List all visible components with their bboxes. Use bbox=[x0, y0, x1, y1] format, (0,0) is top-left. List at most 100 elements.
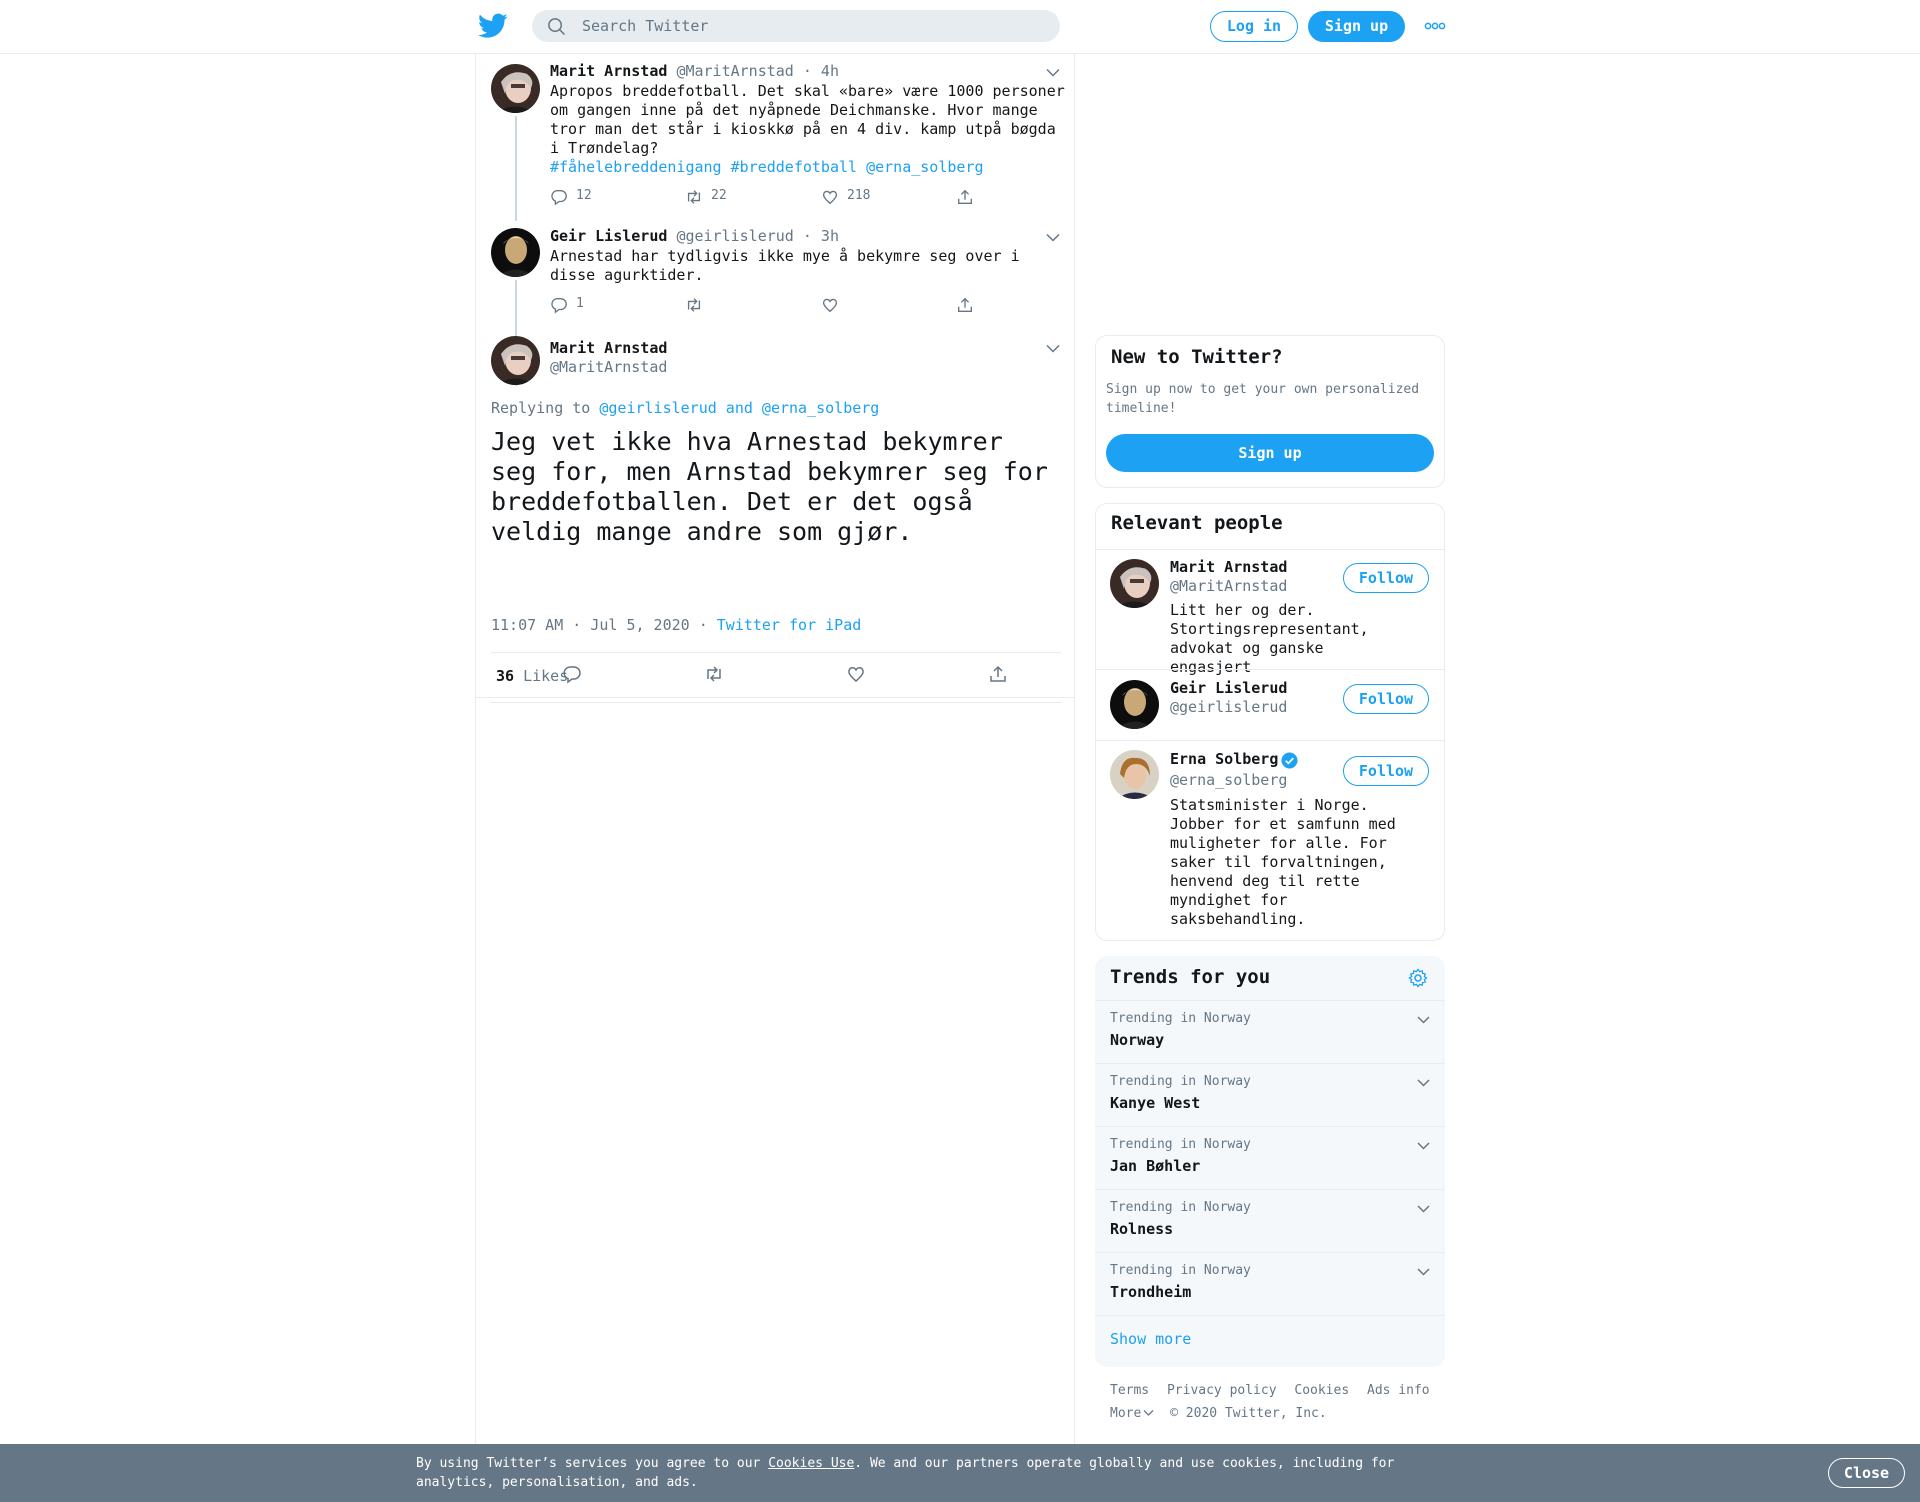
follow-button[interactable]: Follow bbox=[1343, 756, 1429, 786]
avatar[interactable] bbox=[491, 64, 540, 113]
person-bio: Statsminister i Norge. Jobber for et sam… bbox=[1170, 796, 1396, 928]
tweet-time[interactable]: · 3h bbox=[803, 227, 839, 245]
avatar[interactable] bbox=[491, 228, 540, 277]
cookie-text: By using Twitter’s services you agree to… bbox=[416, 1454, 1406, 1492]
tweet-header: Marit Arnstad @MaritArnstad · 4h bbox=[550, 62, 839, 80]
reply-button[interactable]: 1 bbox=[550, 296, 584, 316]
person-handle[interactable]: @erna_solberg bbox=[1170, 771, 1287, 789]
retweet-icon[interactable] bbox=[704, 664, 724, 684]
search-bar[interactable]: Search Twitter bbox=[532, 10, 1060, 42]
chevron-down-icon[interactable] bbox=[1417, 1268, 1430, 1276]
cookie-text-before: By using Twitter’s services you agree to… bbox=[416, 1456, 769, 1471]
author-handle[interactable]: @MaritArnstad bbox=[550, 358, 667, 376]
cookie-banner: By using Twitter’s services you agree to… bbox=[0, 1444, 1920, 1502]
chevron-down-icon[interactable] bbox=[1417, 1079, 1430, 1087]
avatar[interactable] bbox=[491, 336, 540, 385]
chevron-down-icon[interactable] bbox=[1417, 1205, 1430, 1213]
heart-icon[interactable] bbox=[846, 664, 866, 684]
person-handle[interactable]: @MaritArnstad bbox=[1170, 577, 1287, 595]
copyright: © 2020 Twitter, Inc. bbox=[1170, 1406, 1327, 1421]
cookies-use-link[interactable]: Cookies Use bbox=[768, 1456, 854, 1471]
trend-name[interactable]: Kanye West bbox=[1110, 1094, 1200, 1112]
author-name[interactable]: Geir Lislerud bbox=[550, 227, 667, 245]
tweet-meta: 11:07 AM · Jul 5, 2020 · Twitter for iPa… bbox=[491, 616, 861, 634]
close-button[interactable]: Close bbox=[1828, 1458, 1905, 1488]
chevron-down-icon[interactable] bbox=[1417, 1016, 1430, 1024]
follow-button[interactable]: Follow bbox=[1343, 684, 1429, 714]
divider bbox=[1095, 1315, 1445, 1316]
show-more-link[interactable]: Show more bbox=[1110, 1330, 1191, 1348]
like-button[interactable]: 218 bbox=[821, 188, 870, 208]
retweet-button[interactable]: 22 bbox=[685, 188, 727, 208]
person-name[interactable]: Geir Lislerud bbox=[1170, 679, 1287, 697]
reply-icon[interactable] bbox=[562, 664, 582, 684]
tweet-text: Arnestad har tydligvis ikke mye å bekymr… bbox=[550, 247, 1020, 284]
chevron-down-icon[interactable] bbox=[1046, 68, 1060, 77]
footer-link-cookies[interactable]: Cookies bbox=[1294, 1383, 1349, 1398]
reply-count: 12 bbox=[576, 188, 592, 203]
card-title: New to Twitter? bbox=[1111, 346, 1283, 368]
card-title: Trends for you bbox=[1110, 966, 1271, 988]
trend-item[interactable]: Trending in Norway Jan Bøhler bbox=[1095, 1126, 1445, 1189]
divider bbox=[491, 702, 1061, 703]
twitter-bird-icon[interactable] bbox=[478, 13, 508, 39]
divider bbox=[1096, 740, 1444, 741]
trend-name[interactable]: Norway bbox=[1110, 1031, 1164, 1049]
reply-button[interactable]: 12 bbox=[550, 188, 592, 208]
replying-to-links[interactable]: @geirlislerud and @erna_solberg bbox=[599, 399, 879, 417]
trend-item[interactable]: Trending in Norway Rolness bbox=[1095, 1189, 1445, 1252]
share-button[interactable] bbox=[956, 296, 974, 316]
tweet-hashtags[interactable]: #fåhelebreddenigang #breddefotball @erna… bbox=[550, 158, 1070, 177]
replying-prefix: Replying to bbox=[491, 399, 591, 417]
chevron-down-icon[interactable] bbox=[1417, 1142, 1430, 1150]
trend-context: Trending in Norway bbox=[1110, 1200, 1251, 1215]
author-handle[interactable]: @geirlislerud bbox=[676, 227, 793, 245]
author-name[interactable]: Marit Arnstad bbox=[550, 62, 667, 80]
footer-link-terms[interactable]: Terms bbox=[1110, 1383, 1149, 1398]
tweet-body: Apropos breddefotball. Det skal «bare» v… bbox=[550, 82, 1065, 157]
tweet-source[interactable]: Twitter for iPad bbox=[717, 616, 862, 634]
share-icon[interactable] bbox=[988, 664, 1008, 684]
chevron-down-icon[interactable] bbox=[1046, 233, 1060, 242]
person-handle[interactable]: @geirlislerud bbox=[1170, 698, 1287, 716]
login-button[interactable]: Log in bbox=[1210, 11, 1298, 42]
author-name[interactable]: Marit Arnstad bbox=[550, 339, 667, 357]
top-nav-bar: Search Twitter Log in Sign up bbox=[0, 0, 1920, 54]
follow-button[interactable]: Follow bbox=[1343, 563, 1429, 593]
signup-button[interactable]: Sign up bbox=[1106, 434, 1434, 472]
heart-icon bbox=[822, 190, 838, 205]
footer-link-ads-info[interactable]: Ads info bbox=[1367, 1383, 1430, 1398]
tweet-text: Jeg vet ikke hva Arnestad bekymrer seg f… bbox=[491, 427, 1048, 546]
tweet-timestamp[interactable]: 11:07 AM · Jul 5, 2020 bbox=[491, 616, 690, 634]
trend-name[interactable]: Jan Bøhler bbox=[1110, 1157, 1200, 1175]
author-handle[interactable]: @MaritArnstad bbox=[676, 62, 793, 80]
likes-summary[interactable]: 36 Likes bbox=[496, 667, 568, 685]
trend-item[interactable]: Trending in Norway Trondheim bbox=[1095, 1252, 1445, 1315]
avatar[interactable] bbox=[1110, 750, 1159, 799]
gear-icon[interactable] bbox=[1408, 968, 1428, 988]
person-name[interactable]: Marit Arnstad bbox=[1170, 558, 1287, 576]
retweet-button[interactable] bbox=[685, 296, 703, 316]
author-name-text: Marit Arnstad bbox=[550, 339, 668, 357]
footer-link-privacy[interactable]: Privacy policy bbox=[1167, 1383, 1277, 1398]
trends-card: Trends for you Trending in Norway Norway… bbox=[1095, 956, 1445, 1367]
person-name[interactable]: Erna Solberg bbox=[1170, 750, 1278, 768]
search-input[interactable]: Search Twitter bbox=[582, 17, 708, 35]
avatar[interactable] bbox=[1110, 680, 1159, 729]
more-options-icon[interactable] bbox=[1424, 22, 1446, 30]
trend-name[interactable]: Rolness bbox=[1110, 1220, 1173, 1238]
trend-item[interactable]: Trending in Norway Norway bbox=[1095, 1000, 1445, 1063]
reply-icon bbox=[551, 298, 567, 314]
relevant-people-card: Relevant people Marit Arnstad @MaritArns… bbox=[1095, 503, 1445, 941]
signup-button[interactable]: Sign up bbox=[1308, 11, 1405, 42]
tweet-time[interactable]: · 4h bbox=[803, 62, 839, 80]
like-button[interactable] bbox=[821, 296, 839, 316]
footer-more-link[interactable]: More bbox=[1110, 1406, 1154, 1421]
trend-name[interactable]: Trondheim bbox=[1110, 1283, 1191, 1301]
share-button[interactable] bbox=[956, 188, 974, 208]
trend-item[interactable]: Trending in Norway Kanye West bbox=[1095, 1063, 1445, 1126]
person-bio: Litt her og der. Stortingsrepresentant, … bbox=[1170, 601, 1369, 676]
avatar[interactable] bbox=[1110, 559, 1159, 608]
likes-count: 36 bbox=[496, 667, 515, 685]
chevron-down-icon[interactable] bbox=[1046, 344, 1060, 353]
